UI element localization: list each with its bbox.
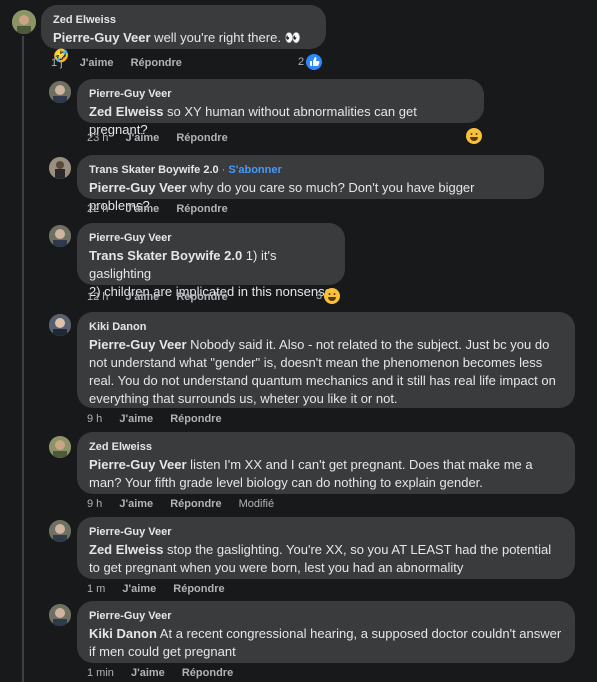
comment-author: Trans Skater Boywife 2.0 · S'abonner xyxy=(89,163,532,177)
comment-author[interactable]: Pierre-Guy Veer xyxy=(89,231,333,245)
comment-bubble: Pierre-Guy Veer Trans Skater Boywife 2.0… xyxy=(77,223,345,299)
avatar[interactable] xyxy=(49,314,71,336)
thumbs-up-icon xyxy=(306,54,323,70)
comment-bubble: Trans Skater Boywife 2.0 · S'abonner Pie… xyxy=(77,155,544,213)
comment-time[interactable]: 1 j xyxy=(51,57,63,69)
mention-link[interactable]: Pierre-Guy Veer xyxy=(89,457,187,472)
like-button[interactable]: J'aime xyxy=(119,498,153,510)
reply-button[interactable]: Répondre xyxy=(176,291,227,303)
reaction-summary[interactable]: 2 xyxy=(298,54,323,70)
comment-author[interactable]: Pierre-Guy Veer xyxy=(89,609,563,623)
like-button[interactable]: J'aime xyxy=(125,203,159,215)
reply-button[interactable]: Répondre xyxy=(176,203,227,215)
comment-time[interactable]: 12 h xyxy=(87,291,108,303)
comment-actions: 9 h J'aime Répondre xyxy=(87,413,236,425)
comment-time[interactable]: 9 h xyxy=(87,413,102,425)
comment-time[interactable]: 23 h xyxy=(87,132,108,144)
comment-bubble: Pierre-Guy Veer Zed Elweiss so XY human … xyxy=(77,79,484,137)
like-button[interactable]: J'aime xyxy=(125,291,159,303)
avatar[interactable] xyxy=(12,10,36,34)
comment-actions: 22 h J'aime Répondre xyxy=(87,203,242,215)
avatar[interactable] xyxy=(49,225,71,247)
comment-bubble: Pierre-Guy Veer Kiki Danon At a recent c… xyxy=(77,601,575,663)
comment-actions: 1 j J'aime Répondre xyxy=(51,57,196,69)
comment-actions: 1 m J'aime Répondre xyxy=(87,583,239,595)
like-button[interactable]: J'aime xyxy=(122,583,156,595)
comment-bubble: Zed Elweiss Pierre-Guy Veer well you're … xyxy=(41,5,326,63)
avatar[interactable] xyxy=(49,157,71,179)
reaction-count: 3 xyxy=(316,290,323,302)
comment-text: Kiki Danon At a recent congressional hea… xyxy=(89,625,563,661)
comment-actions: 12 h J'aime Répondre xyxy=(87,291,242,303)
laughing-emoji-icon xyxy=(324,288,341,304)
reply-button[interactable]: Répondre xyxy=(182,667,233,679)
comment-author[interactable]: Pierre-Guy Veer xyxy=(89,87,472,101)
edited-label[interactable]: Modifié xyxy=(239,498,274,510)
avatar[interactable] xyxy=(49,81,71,103)
comment-author[interactable]: Zed Elweiss xyxy=(89,440,563,454)
comment-time[interactable]: 22 h xyxy=(87,203,108,215)
like-button[interactable]: J'aime xyxy=(80,57,114,69)
separator-dot: · xyxy=(218,164,229,176)
reaction-summary[interactable] xyxy=(466,128,482,144)
comment-author[interactable]: Zed Elweiss xyxy=(53,13,314,27)
follow-button[interactable]: S'abonner xyxy=(228,164,281,176)
mention-link[interactable]: Pierre-Guy Veer xyxy=(89,337,187,352)
reaction-count: 2 xyxy=(298,56,305,68)
comment-bubble: Pierre-Guy Veer Zed Elweiss stop the gas… xyxy=(77,517,575,579)
reply-button[interactable]: Répondre xyxy=(131,57,182,69)
comment-author[interactable]: Pierre-Guy Veer xyxy=(89,525,563,539)
reaction-summary[interactable]: 3 xyxy=(316,288,341,304)
laughing-emoji-icon xyxy=(466,128,482,144)
like-button[interactable]: J'aime xyxy=(119,413,153,425)
mention-link[interactable]: Trans Skater Boywife 2.0 xyxy=(89,248,242,263)
avatar[interactable] xyxy=(49,604,71,626)
comment-time[interactable]: 1 min xyxy=(87,667,114,679)
avatar[interactable] xyxy=(49,436,71,458)
comment-bubble: Kiki Danon Pierre-Guy Veer Nobody said i… xyxy=(77,312,575,408)
like-button[interactable]: J'aime xyxy=(131,667,165,679)
comment-body: At a recent congressional hearing, a sup… xyxy=(89,626,562,659)
comment-actions: 9 h J'aime Répondre Modifié xyxy=(87,498,288,510)
comment-text: Zed Elweiss stop the gaslighting. You're… xyxy=(89,541,563,577)
reply-button[interactable]: Répondre xyxy=(176,132,227,144)
comment-actions: 1 min J'aime Répondre xyxy=(87,667,247,679)
comment-text: Pierre-Guy Veer listen I'm XX and I can'… xyxy=(89,456,563,492)
avatar[interactable] xyxy=(49,520,71,542)
comment-time[interactable]: 1 m xyxy=(87,583,105,595)
mention-link[interactable]: Pierre-Guy Veer xyxy=(53,30,151,45)
mention-link[interactable]: Pierre-Guy Veer xyxy=(89,180,187,195)
mention-link[interactable]: Zed Elweiss xyxy=(89,104,163,119)
comment-time[interactable]: 9 h xyxy=(87,498,102,510)
comment-author[interactable]: Kiki Danon xyxy=(89,320,563,334)
mention-link[interactable]: Zed Elweiss xyxy=(89,542,163,557)
comment-bubble: Zed Elweiss Pierre-Guy Veer listen I'm X… xyxy=(77,432,575,494)
comment-text: Pierre-Guy Veer Nobody said it. Also - n… xyxy=(89,336,563,408)
thread-line xyxy=(22,36,24,682)
like-button[interactable]: J'aime xyxy=(125,132,159,144)
comment-actions: 23 h J'aime Répondre xyxy=(87,132,242,144)
author-name[interactable]: Trans Skater Boywife 2.0 xyxy=(89,164,219,176)
reply-button[interactable]: Répondre xyxy=(170,498,221,510)
reply-button[interactable]: Répondre xyxy=(170,413,221,425)
reply-button[interactable]: Répondre xyxy=(173,583,224,595)
mention-link[interactable]: Kiki Danon xyxy=(89,626,157,641)
